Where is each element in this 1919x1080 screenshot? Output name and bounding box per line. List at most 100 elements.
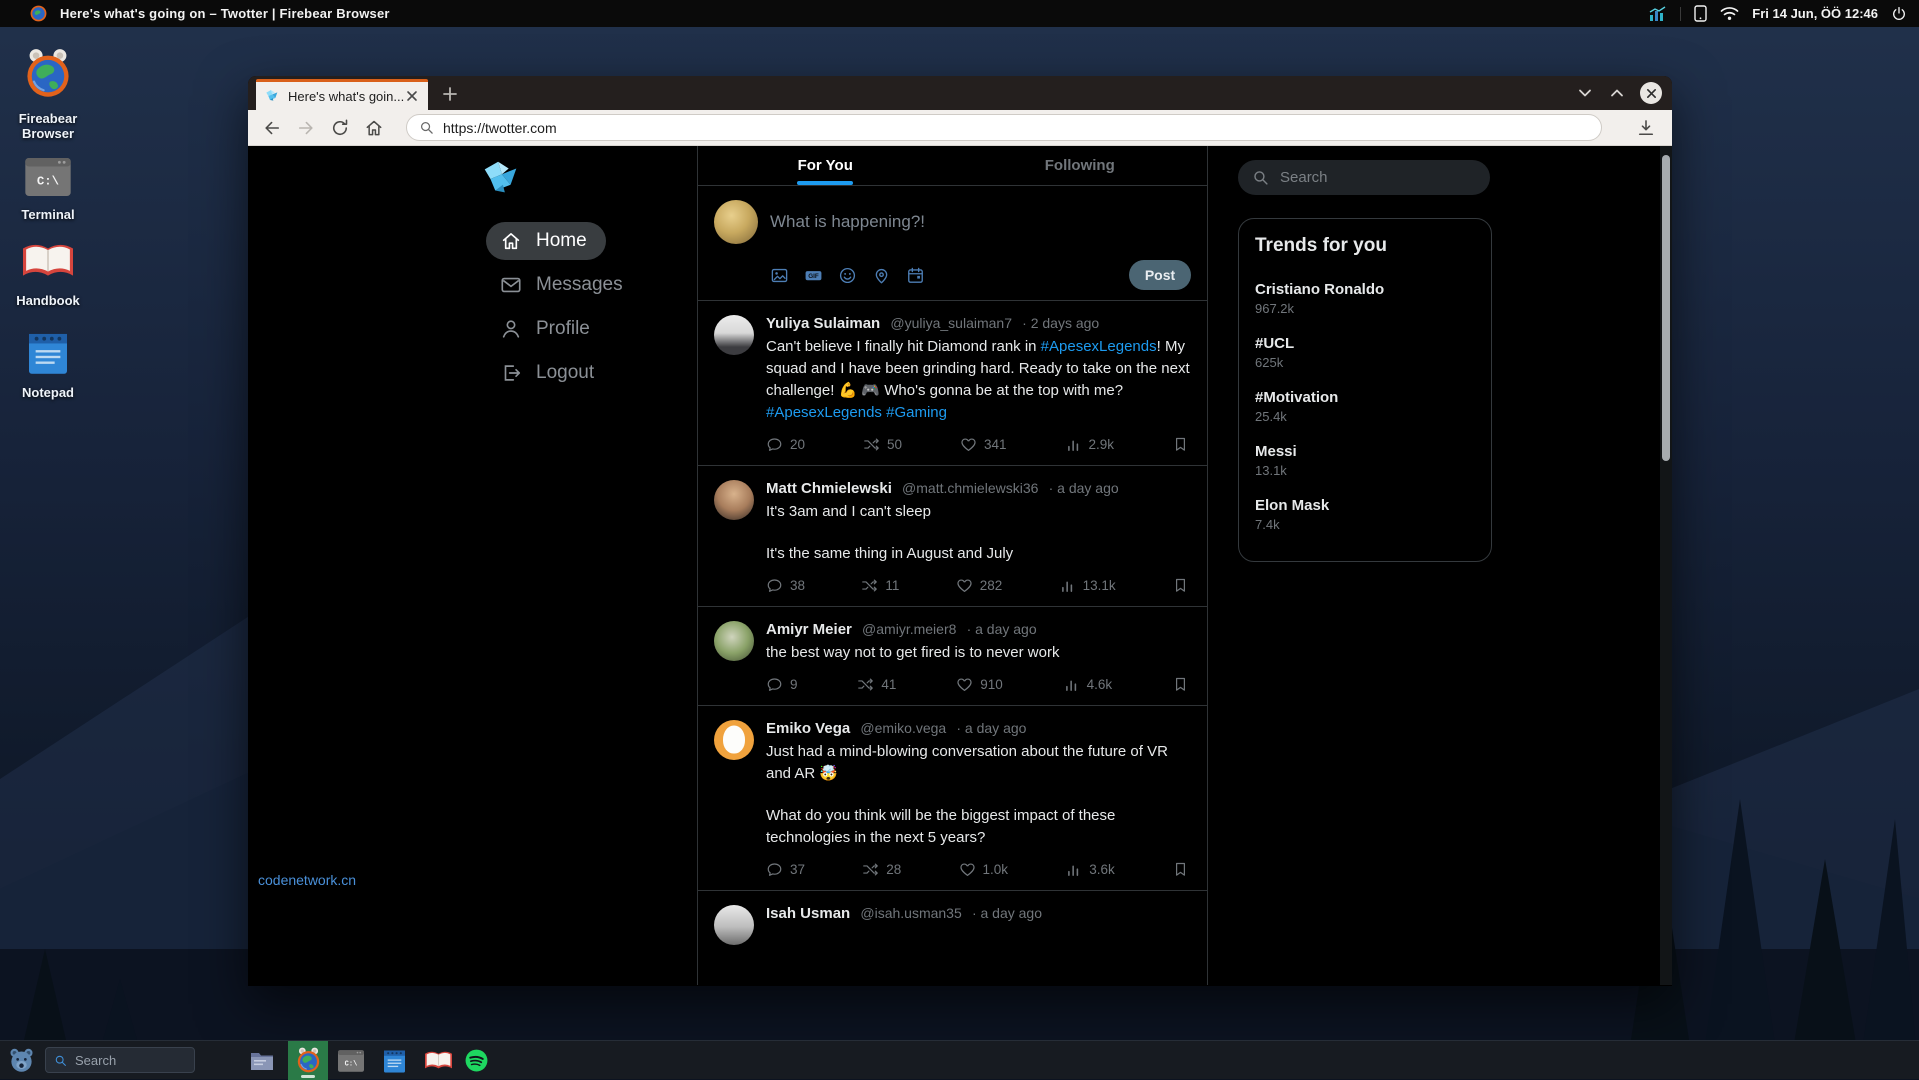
tweet-author[interactable]: Emiko Vega <box>766 720 850 737</box>
repost-button[interactable]: 28 <box>862 861 901 878</box>
taskbar-app-handbook[interactable] <box>424 1041 452 1080</box>
repost-button[interactable]: 50 <box>863 436 902 453</box>
clock[interactable]: Fri 14 Jun, ÖÖ 12:46 <box>1752 6 1878 21</box>
taskbar-search-input[interactable]: Search <box>45 1047 195 1073</box>
like-button[interactable]: 910 <box>956 676 1003 693</box>
codenetwork-link[interactable]: codenetwork.cn <box>258 872 356 888</box>
tab-close-icon[interactable] <box>404 88 420 104</box>
taskbar-app-spotify[interactable] <box>463 1041 489 1080</box>
trend-item[interactable]: Messi 13.1k <box>1255 443 1475 478</box>
tweet[interactable]: Matt Chmielewski @matt.chmielewski36 · a… <box>698 466 1207 607</box>
hashtag-link[interactable]: #ApesexLegends <box>766 404 882 421</box>
like-button[interactable]: 1.0k <box>959 861 1009 878</box>
url-bar[interactable]: https://twotter.com <box>406 114 1602 141</box>
tweet[interactable]: Amiyr Meier @amiyr.meier8 · a day ago th… <box>698 607 1207 706</box>
reply-button[interactable]: 38 <box>766 577 805 594</box>
calendar-icon[interactable] <box>906 266 925 285</box>
current-user-avatar[interactable] <box>714 200 758 244</box>
scrollbar-track[interactable] <box>1660 146 1672 985</box>
views-button[interactable]: 4.6k <box>1063 676 1113 693</box>
avatar[interactable] <box>714 621 754 661</box>
avatar[interactable] <box>714 720 754 760</box>
desktop-icon-notepad[interactable]: Notepad <box>0 330 96 400</box>
like-button[interactable]: 341 <box>960 436 1007 453</box>
desktop-icon-terminal[interactable]: Terminal <box>0 158 96 222</box>
reload-icon[interactable] <box>330 118 350 138</box>
emoji-icon[interactable] <box>838 266 857 285</box>
reply-button[interactable]: 9 <box>766 676 798 693</box>
tweet[interactable]: Emiko Vega @emiko.vega · a day ago Just … <box>698 706 1207 891</box>
tweet-handle[interactable]: @yuliya_sulaiman7 <box>890 315 1012 331</box>
trend-item[interactable]: #UCL 625k <box>1255 335 1475 370</box>
taskbar-app-firebear-browser[interactable] <box>288 1041 328 1080</box>
bookmark-icon[interactable] <box>1172 676 1189 693</box>
avatar[interactable] <box>714 315 754 355</box>
tweet-handle[interactable]: @matt.chmielewski36 <box>902 480 1038 496</box>
reply-button[interactable]: 20 <box>766 436 805 453</box>
views-button[interactable]: 2.9k <box>1065 436 1115 453</box>
window-close-button[interactable] <box>1640 82 1662 104</box>
gif-icon[interactable] <box>804 266 823 285</box>
taskbar-app-terminal[interactable] <box>337 1041 364 1080</box>
new-tab-button[interactable] <box>440 84 460 104</box>
views-button[interactable]: 3.6k <box>1065 861 1115 878</box>
scrollbar-thumb[interactable] <box>1662 155 1670 461</box>
nav-item-logout[interactable]: Logout <box>486 354 612 392</box>
compose-placeholder[interactable]: What is happening?! <box>770 212 925 232</box>
home-icon[interactable] <box>364 118 384 138</box>
repost-button[interactable]: 11 <box>861 577 899 594</box>
tweet-partial[interactable]: Isah Usman @isah.usman35 · a day ago <box>698 891 1207 957</box>
views-button[interactable]: 13.1k <box>1059 577 1116 594</box>
twotter-logo[interactable] <box>478 156 524 202</box>
forward-icon[interactable] <box>296 118 316 138</box>
url-text[interactable]: https://twotter.com <box>443 120 557 136</box>
tweet-author[interactable]: Amiyr Meier <box>766 621 852 638</box>
avatar[interactable] <box>714 905 754 945</box>
tweet-handle[interactable]: @amiyr.meier8 <box>862 621 956 637</box>
tweet-text: the best way not to get fired is to neve… <box>766 642 1191 664</box>
tweet-author[interactable]: Yuliya Sulaiman <box>766 315 880 332</box>
avatar[interactable] <box>714 480 754 520</box>
trend-item[interactable]: Cristiano Ronaldo 967.2k <box>1255 281 1475 316</box>
desktop-icon-handbook[interactable]: Handbook <box>0 240 96 308</box>
tweet-handle[interactable]: @isah.usman35 <box>860 905 961 921</box>
stats-chart-icon[interactable] <box>1649 6 1667 22</box>
hashtag-link[interactable]: #Gaming <box>886 404 947 421</box>
bookmark-icon[interactable] <box>1172 436 1189 453</box>
tweet-author[interactable]: Isah Usman <box>766 905 850 922</box>
post-button[interactable]: Post <box>1129 260 1191 290</box>
image-icon[interactable] <box>770 266 789 285</box>
nav-item-home[interactable]: Home <box>486 222 606 260</box>
trend-name: #Motivation <box>1255 389 1475 406</box>
chevron-down-icon[interactable] <box>1576 84 1594 102</box>
browser-tab-active[interactable]: Here's what's goin... <box>256 79 428 110</box>
taskbar-app-notepad[interactable] <box>383 1041 406 1080</box>
start-menu-bear-icon[interactable] <box>8 1047 35 1074</box>
taskbar-app-file-manager[interactable] <box>249 1041 275 1080</box>
like-button[interactable]: 282 <box>956 577 1003 594</box>
tweet-author[interactable]: Matt Chmielewski <box>766 480 892 497</box>
location-icon[interactable] <box>872 266 891 285</box>
wifi-icon[interactable] <box>1720 6 1739 21</box>
tab-for-you[interactable]: For You <box>698 146 953 185</box>
back-icon[interactable] <box>262 118 282 138</box>
nav-item-messages[interactable]: Messages <box>486 266 641 304</box>
repost-button[interactable]: 41 <box>857 676 896 693</box>
tweet[interactable]: Yuliya Sulaiman @yuliya_sulaiman7 · 2 da… <box>698 301 1207 466</box>
tab-following[interactable]: Following <box>953 146 1208 185</box>
bookmark-icon[interactable] <box>1172 577 1189 594</box>
chevron-up-icon[interactable] <box>1608 84 1626 102</box>
trend-item[interactable]: Elon Mask 7.4k <box>1255 497 1475 532</box>
desktop-icon-fireabear-browser[interactable]: Fireabear Browser <box>0 48 96 141</box>
search-input[interactable]: Search <box>1238 160 1490 195</box>
hashtag-link[interactable]: #ApesexLegends <box>1041 338 1157 355</box>
trend-item[interactable]: #Motivation 25.4k <box>1255 389 1475 424</box>
fireabear-browser-icon <box>295 1047 322 1074</box>
bookmark-icon[interactable] <box>1172 861 1189 878</box>
tweet-handle[interactable]: @emiko.vega <box>860 720 946 736</box>
download-icon[interactable] <box>1636 118 1656 138</box>
reply-button[interactable]: 37 <box>766 861 805 878</box>
power-icon[interactable] <box>1891 6 1907 22</box>
nav-item-profile[interactable]: Profile <box>486 310 608 348</box>
phone-icon[interactable] <box>1694 5 1707 22</box>
